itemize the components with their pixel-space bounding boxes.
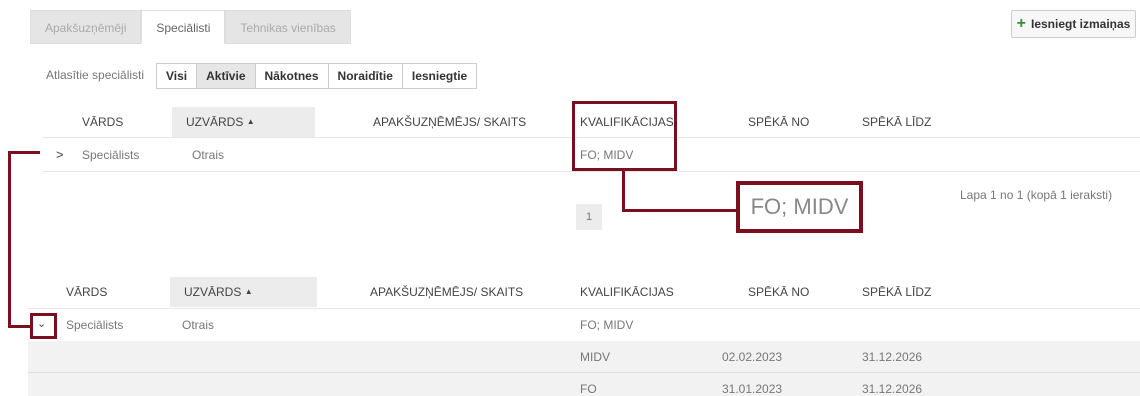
row-surname: Otrais [192, 148, 225, 162]
tab-bar: Apakšuzņēmēji Speciālisti Tehnikas vienī… [30, 10, 351, 44]
filter-all-button[interactable]: Visi [156, 63, 198, 89]
tab-equipment[interactable]: Tehnikas vienības [225, 10, 351, 44]
filter-active-button[interactable]: Aktīvie [196, 63, 256, 89]
bracket-connector-top [8, 151, 40, 154]
col-qualifications-header-expanded[interactable]: KVALIFIKĀCIJAS [580, 277, 674, 307]
col-valid-from-header-expanded[interactable]: SPĒKĀ NO [748, 277, 809, 307]
callout-connector-horizontal [622, 209, 738, 212]
row-divider [42, 171, 1140, 172]
tab-subcontractors[interactable]: Apakšuzņēmēji [30, 10, 142, 44]
chevron-right-icon[interactable]: > [56, 147, 64, 162]
callout-connector-vertical [622, 169, 625, 212]
sub-row-valid-to: 31.12.2026 [862, 382, 923, 396]
expanded-row-qualifications: FO; MIDV [580, 318, 634, 332]
sub-row-qualification: FO [580, 382, 597, 396]
col-valid-to-header[interactable]: SPĒKĀ LĪDZ [862, 107, 931, 137]
page-info: Lapa 1 no 1 (kopā 1 ieraksti) [960, 188, 1113, 202]
filter-submitted-button[interactable]: Iesniegtie [401, 63, 478, 89]
header-divider-expanded [28, 308, 1140, 309]
col-subcontractor-header[interactable]: APAKŠUZŅĒMĒJS/ SKAITS [373, 107, 526, 137]
sub-row-valid-from: 31.01.2023 [722, 382, 783, 396]
chevron-down-icon[interactable]: ⌄ [37, 317, 46, 330]
col-subcontractor-header-expanded[interactable]: APAKŠUZŅĒMĒJS/ SKAITS [370, 277, 523, 307]
caret-up-icon: ▲ [246, 117, 255, 126]
filter-label: Atlasītie speciālisti [46, 68, 145, 82]
col-valid-from-header[interactable]: SPĒKĀ NO [748, 107, 809, 137]
filter-group: Visi Aktīvie Nākotnes Noraidītie Iesnieg… [156, 63, 478, 89]
submit-changes-button[interactable]: + Iesniegt izmaiņas [1011, 10, 1136, 38]
plus-icon: + [1016, 15, 1026, 32]
bracket-connector-bottom [8, 325, 30, 328]
page-1-button[interactable]: 1 [576, 204, 602, 230]
col-surname-label-expanded: UZVĀRDS [184, 285, 242, 299]
expanded-row-name: Speciālists [66, 318, 124, 332]
submit-changes-label: Iesniegt izmaiņas [1030, 17, 1131, 31]
col-valid-to-header-expanded[interactable]: SPĒKĀ LĪDZ [862, 277, 931, 307]
col-surname-header[interactable]: UZVĀRDS ▲ [172, 107, 315, 137]
col-surname-label: UZVĀRDS [186, 115, 244, 129]
tab-specialists[interactable]: Speciālisti [141, 10, 226, 44]
callout-zoom-label: FO; MIDV [736, 181, 863, 233]
col-name-header[interactable]: VĀRDS [82, 107, 123, 137]
filter-rejected-button[interactable]: Noraidītie [327, 63, 403, 89]
caret-up-icon: ▲ [244, 287, 253, 296]
sub-row-qualification: MIDV [580, 350, 610, 364]
bracket-connector-vertical [8, 151, 11, 328]
col-surname-header-expanded[interactable]: UZVĀRDS ▲ [170, 277, 317, 307]
col-name-header-expanded[interactable]: VĀRDS [66, 277, 107, 307]
row-name: Speciālists [82, 148, 140, 162]
filter-future-button[interactable]: Nākotnes [254, 63, 329, 89]
sub-row-valid-from: 02.02.2023 [722, 350, 783, 364]
expanded-row-surname: Otrais [182, 318, 215, 332]
sub-row-valid-to: 31.12.2026 [862, 350, 923, 364]
qualifications-highlight-box [572, 101, 677, 171]
